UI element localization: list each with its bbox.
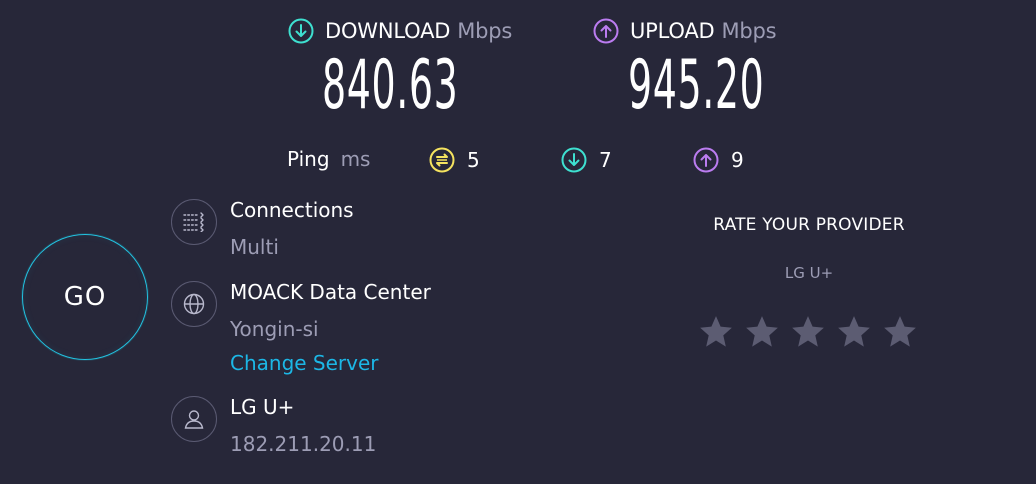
star-5-icon[interactable] [881,313,919,351]
upload-label: UPLOAD [630,19,715,43]
ping-download: 7 [561,147,612,173]
change-server-link[interactable]: Change Server [230,351,379,375]
star-4-icon[interactable] [835,313,873,351]
connections-icon[interactable] [171,199,217,245]
go-button[interactable]: GO [22,234,148,360]
user-icon [171,396,217,442]
rate-provider-name: LG U+ [784,264,834,282]
ping-upload: 9 [693,147,744,173]
connections-title: Connections [230,198,354,222]
star-2-icon[interactable] [743,313,781,351]
ping-download-value: 7 [599,148,612,172]
rate-provider-title-wrap: RATE YOUR PROVIDER [650,215,968,235]
go-button-label: GO [63,282,107,312]
star-3-icon[interactable] [789,313,827,351]
server-title: MOACK Data Center [230,280,431,304]
ping-label: Ping [287,147,330,171]
upload-unit: Mbps [721,19,777,43]
upload-speed-value: 945.20 [628,46,765,125]
rate-provider-title: RATE YOUR PROVIDER [713,215,905,235]
connections-value: Multi [230,235,279,259]
arrow-up-circle-icon [693,147,719,173]
ping-idle-value: 5 [467,148,480,172]
arrow-down-circle-icon [288,18,314,44]
ping-idle: 5 [429,147,480,173]
arrow-down-circle-icon [561,147,587,173]
star-1-icon[interactable] [697,313,735,351]
provider-name: LG U+ [230,395,295,419]
provider-ip: 182.211.20.11 [230,432,377,456]
rating-stars [697,313,919,351]
download-label: DOWNLOAD [325,19,451,43]
globe-icon [171,281,217,327]
download-header: DOWNLOAD Mbps [288,18,512,44]
rate-provider-name-wrap: LG U+ [650,263,968,282]
ping-unit: ms [340,147,371,171]
ping-idle-icon [429,147,455,173]
download-unit: Mbps [457,19,513,43]
upload-header: UPLOAD Mbps [593,18,777,44]
download-speed-value: 840.63 [322,46,459,125]
arrow-up-circle-icon [593,18,619,44]
ping-upload-value: 9 [731,148,744,172]
ping-label-group: Ping ms [287,147,370,171]
server-location: Yongin-si [230,317,319,341]
